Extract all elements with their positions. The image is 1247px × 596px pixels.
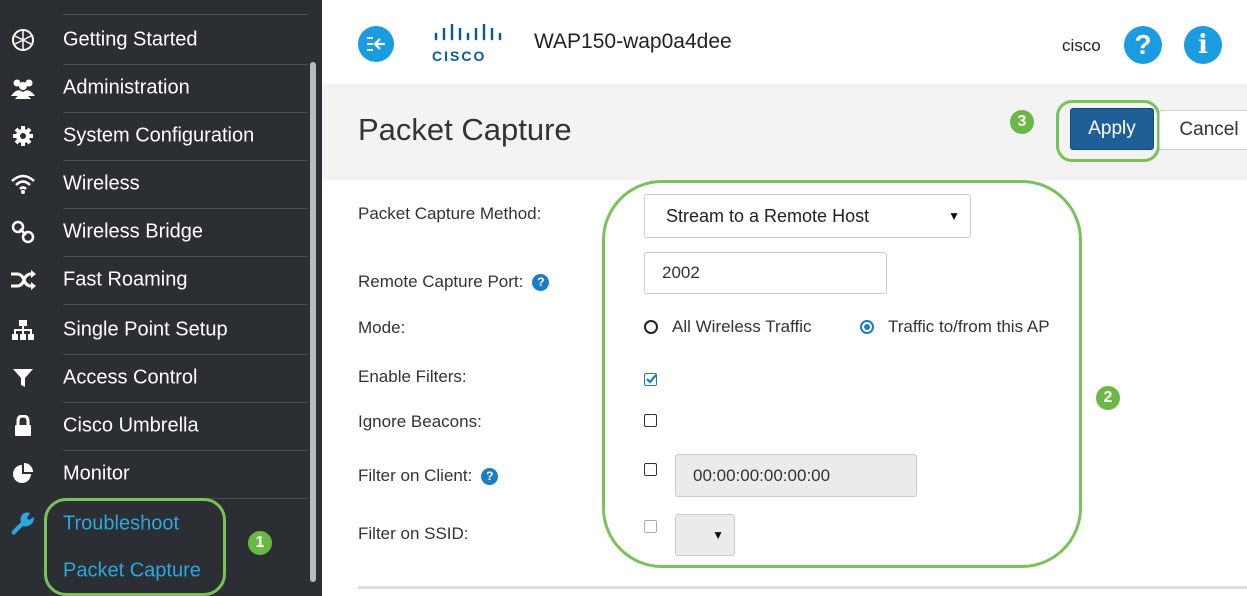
collapse-menu-button[interactable] [358, 26, 394, 62]
sitemap-icon [10, 317, 36, 343]
wrench-icon [10, 511, 36, 537]
port-label-text: Remote Capture Port: [358, 272, 524, 291]
help-circle-icon[interactable]: ? [532, 273, 550, 291]
sidebar-item-label: Fast Roaming [63, 268, 188, 291]
annotation-step-1: 1 [248, 531, 272, 555]
page-title: Packet Capture [358, 112, 572, 147]
enable-filters-label-text: Enable Filters: [358, 367, 467, 386]
annotation-step-2: 2 [1096, 386, 1120, 410]
cisco-logo-word: CISCO [432, 48, 487, 64]
ignore-beacons-label-text: Ignore Beacons: [358, 412, 482, 431]
device-name: WAP150-wap0a4dee [534, 30, 732, 53]
page-title-bar: Packet Capture 3 Apply Cancel [322, 84, 1247, 180]
form-divider [358, 586, 1247, 589]
cisco-logo: CISCO [432, 23, 508, 64]
port-label: Remote Capture Port: ? [358, 272, 550, 292]
sidebar-item-label: Monitor [63, 462, 130, 485]
sidebar-item-label: Wireless [63, 172, 140, 195]
pie-chart-icon [10, 461, 36, 487]
sidebar-item-cisco-umbrella[interactable]: Cisco Umbrella [0, 402, 305, 450]
annotation-highlight-form [602, 180, 1082, 568]
ignore-beacons-label: Ignore Beacons: [358, 412, 482, 432]
cisco-bars-icon [434, 23, 502, 41]
mode-label: Mode: [358, 318, 405, 338]
sidebar-item-label: System Configuration [63, 124, 255, 147]
nav-divider [63, 304, 308, 305]
method-label: Packet Capture Method: [358, 204, 541, 224]
sidebar-scrollbar[interactable] [310, 62, 316, 582]
info-icon[interactable]: i [1184, 26, 1222, 64]
collapse-arrow-icon [367, 37, 385, 51]
apply-button[interactable]: Apply [1070, 108, 1154, 150]
sidebar-item-label: Administration [63, 76, 190, 99]
filter-icon [10, 365, 36, 391]
sidebar-item-fast-roaming[interactable]: Fast Roaming [0, 256, 305, 304]
filter-ssid-label-text: Filter on SSID: [358, 524, 469, 543]
sidebar-item-getting-started[interactable]: Getting Started [0, 16, 305, 64]
enable-filters-label: Enable Filters: [358, 367, 467, 387]
sidebar-item-wireless[interactable]: Wireless [0, 160, 305, 208]
wifi-icon [10, 171, 36, 197]
filter-client-label: Filter on Client: ? [358, 466, 499, 486]
sidebar-item-access-control[interactable]: Access Control [0, 354, 305, 402]
filter-ssid-label: Filter on SSID: [358, 524, 469, 544]
shuffle-icon [10, 267, 36, 293]
method-label-text: Packet Capture Method: [358, 204, 542, 223]
annotation-step-3: 3 [1010, 110, 1034, 134]
link-icon [10, 219, 36, 245]
sidebar-item-label: Wireless Bridge [63, 220, 204, 243]
nav-divider [63, 14, 308, 15]
sidebar-item-administration[interactable]: Administration [0, 64, 305, 112]
user-name[interactable]: cisco [1062, 36, 1101, 56]
sidebar-item-label: Access Control [63, 366, 198, 389]
help-circle-icon[interactable]: ? [481, 467, 499, 485]
sidebar: Getting Started Administration System Co… [0, 0, 322, 596]
globe-icon [10, 27, 36, 53]
packet-capture-form: Packet Capture Method: Stream to a Remot… [322, 180, 1247, 596]
mode-label-text: Mode: [358, 318, 406, 337]
header: CISCO WAP150-wap0a4dee cisco ? i [322, 0, 1247, 84]
sidebar-item-monitor[interactable]: Monitor [0, 450, 305, 498]
sidebar-item-label: Single Point Setup [63, 318, 228, 341]
users-icon [10, 75, 36, 101]
filter-client-label-text: Filter on Client: [358, 466, 473, 485]
help-icon[interactable]: ? [1124, 26, 1162, 64]
lock-icon [10, 413, 36, 439]
sidebar-item-wireless-bridge[interactable]: Wireless Bridge [0, 208, 305, 256]
gear-icon [10, 123, 36, 149]
sidebar-item-label: Getting Started [63, 28, 198, 51]
sidebar-item-label: Cisco Umbrella [63, 414, 199, 437]
sidebar-item-single-point-setup[interactable]: Single Point Setup [0, 306, 305, 354]
sidebar-item-system-configuration[interactable]: System Configuration [0, 112, 305, 160]
cancel-button[interactable]: Cancel [1159, 110, 1247, 150]
annotation-highlight-sidebar [44, 498, 226, 596]
